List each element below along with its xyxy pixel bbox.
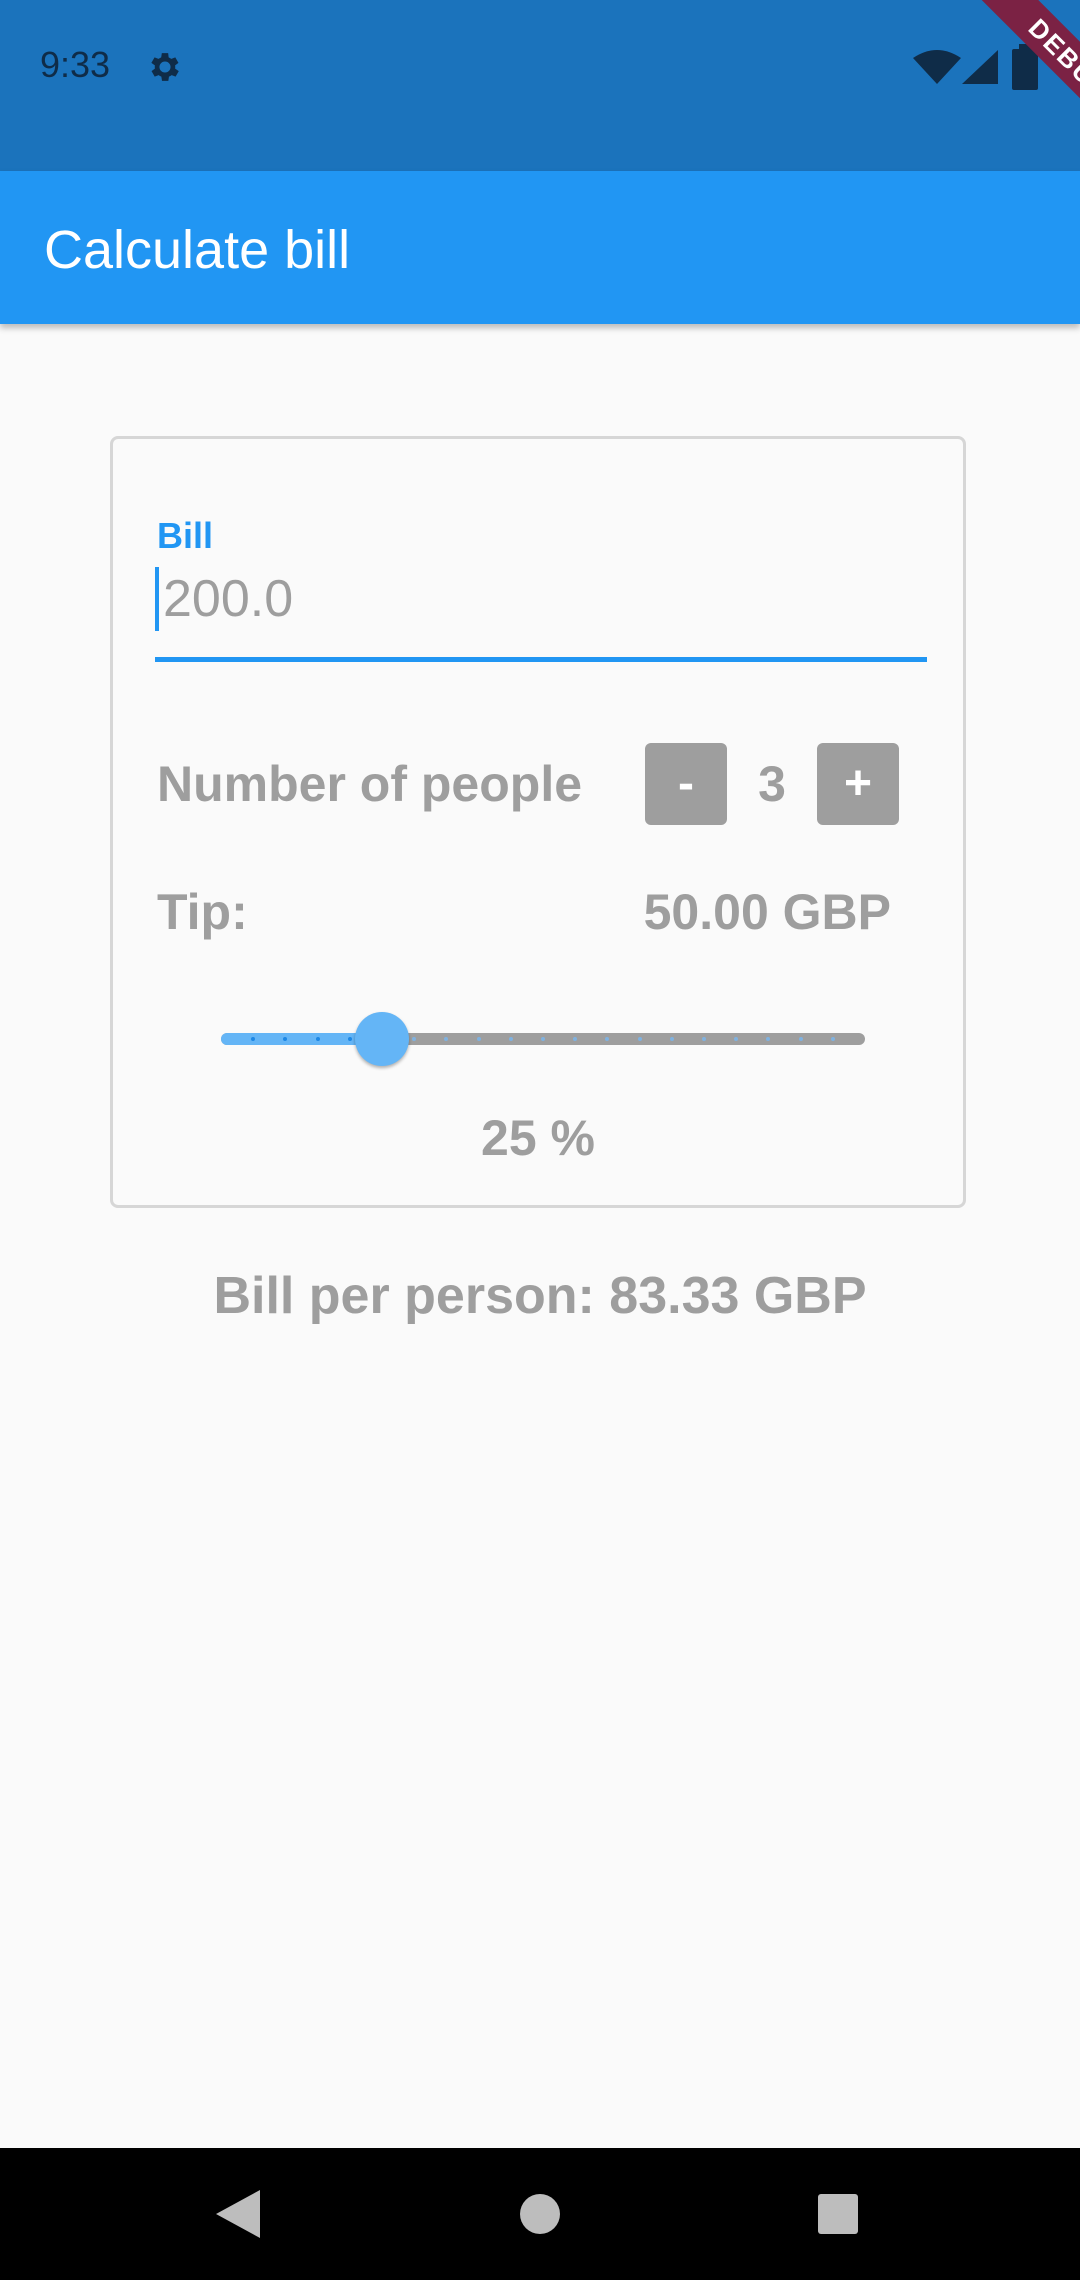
tip-label: Tip:: [157, 884, 248, 940]
recents-icon[interactable]: [818, 2194, 858, 2234]
slider-tick: [347, 1037, 352, 1041]
slider-tick: [283, 1037, 288, 1041]
slider-tick: [702, 1037, 706, 1041]
tip-slider[interactable]: [221, 1009, 865, 1069]
slider-tick: [605, 1037, 610, 1041]
wifi-icon: [913, 50, 961, 84]
home-icon[interactable]: [520, 2194, 560, 2234]
gear-icon: [151, 53, 179, 81]
bill-field-label: Bill: [157, 515, 214, 556]
increase-people-button[interactable]: +: [817, 743, 899, 825]
people-label: Number of people: [157, 756, 583, 812]
slider-tick: [830, 1037, 835, 1041]
navigation-bar: [0, 2148, 1080, 2280]
status-bar: 9:33 DEBUG: [0, 0, 1080, 171]
slider-tick: [541, 1037, 545, 1041]
status-time: 9:33: [40, 44, 111, 85]
signal-icon: [962, 50, 998, 84]
people-count: 3: [758, 756, 786, 812]
slider-tick: [412, 1037, 417, 1041]
slider-tick: [766, 1037, 771, 1041]
slider-tick: [444, 1037, 449, 1041]
bill-input[interactable]: [155, 567, 927, 631]
tip-percent: 25 %: [481, 1110, 595, 1166]
slider-tick: [669, 1037, 674, 1041]
back-icon[interactable]: [216, 2190, 260, 2238]
slider-tick: [251, 1037, 256, 1041]
tip-amount: 50.00 GBP: [643, 884, 891, 940]
slider-tick: [315, 1037, 320, 1041]
slider-thumb[interactable]: [355, 1012, 409, 1066]
page-title: Calculate bill: [44, 220, 351, 280]
bill-input-underline: [155, 657, 927, 662]
slider-tick: [798, 1037, 803, 1041]
slider-tick: [573, 1037, 578, 1041]
bill-card: Bill Number of people - 3 + Tip: 50.00 G…: [110, 436, 966, 1208]
slider-tick: [476, 1037, 481, 1041]
slider-tick: [734, 1037, 739, 1041]
slider-tick: [508, 1037, 513, 1041]
slider-ticks: [221, 1037, 865, 1041]
decrease-people-button[interactable]: -: [645, 743, 727, 825]
app-bar: Calculate bill: [0, 171, 1080, 324]
bill-per-person: Bill per person: 83.33 GBP: [213, 1267, 867, 1325]
screen: 9:33 DEBUG Calculate bill Bill Number of…: [0, 0, 1080, 2280]
slider-tick: [637, 1037, 642, 1041]
